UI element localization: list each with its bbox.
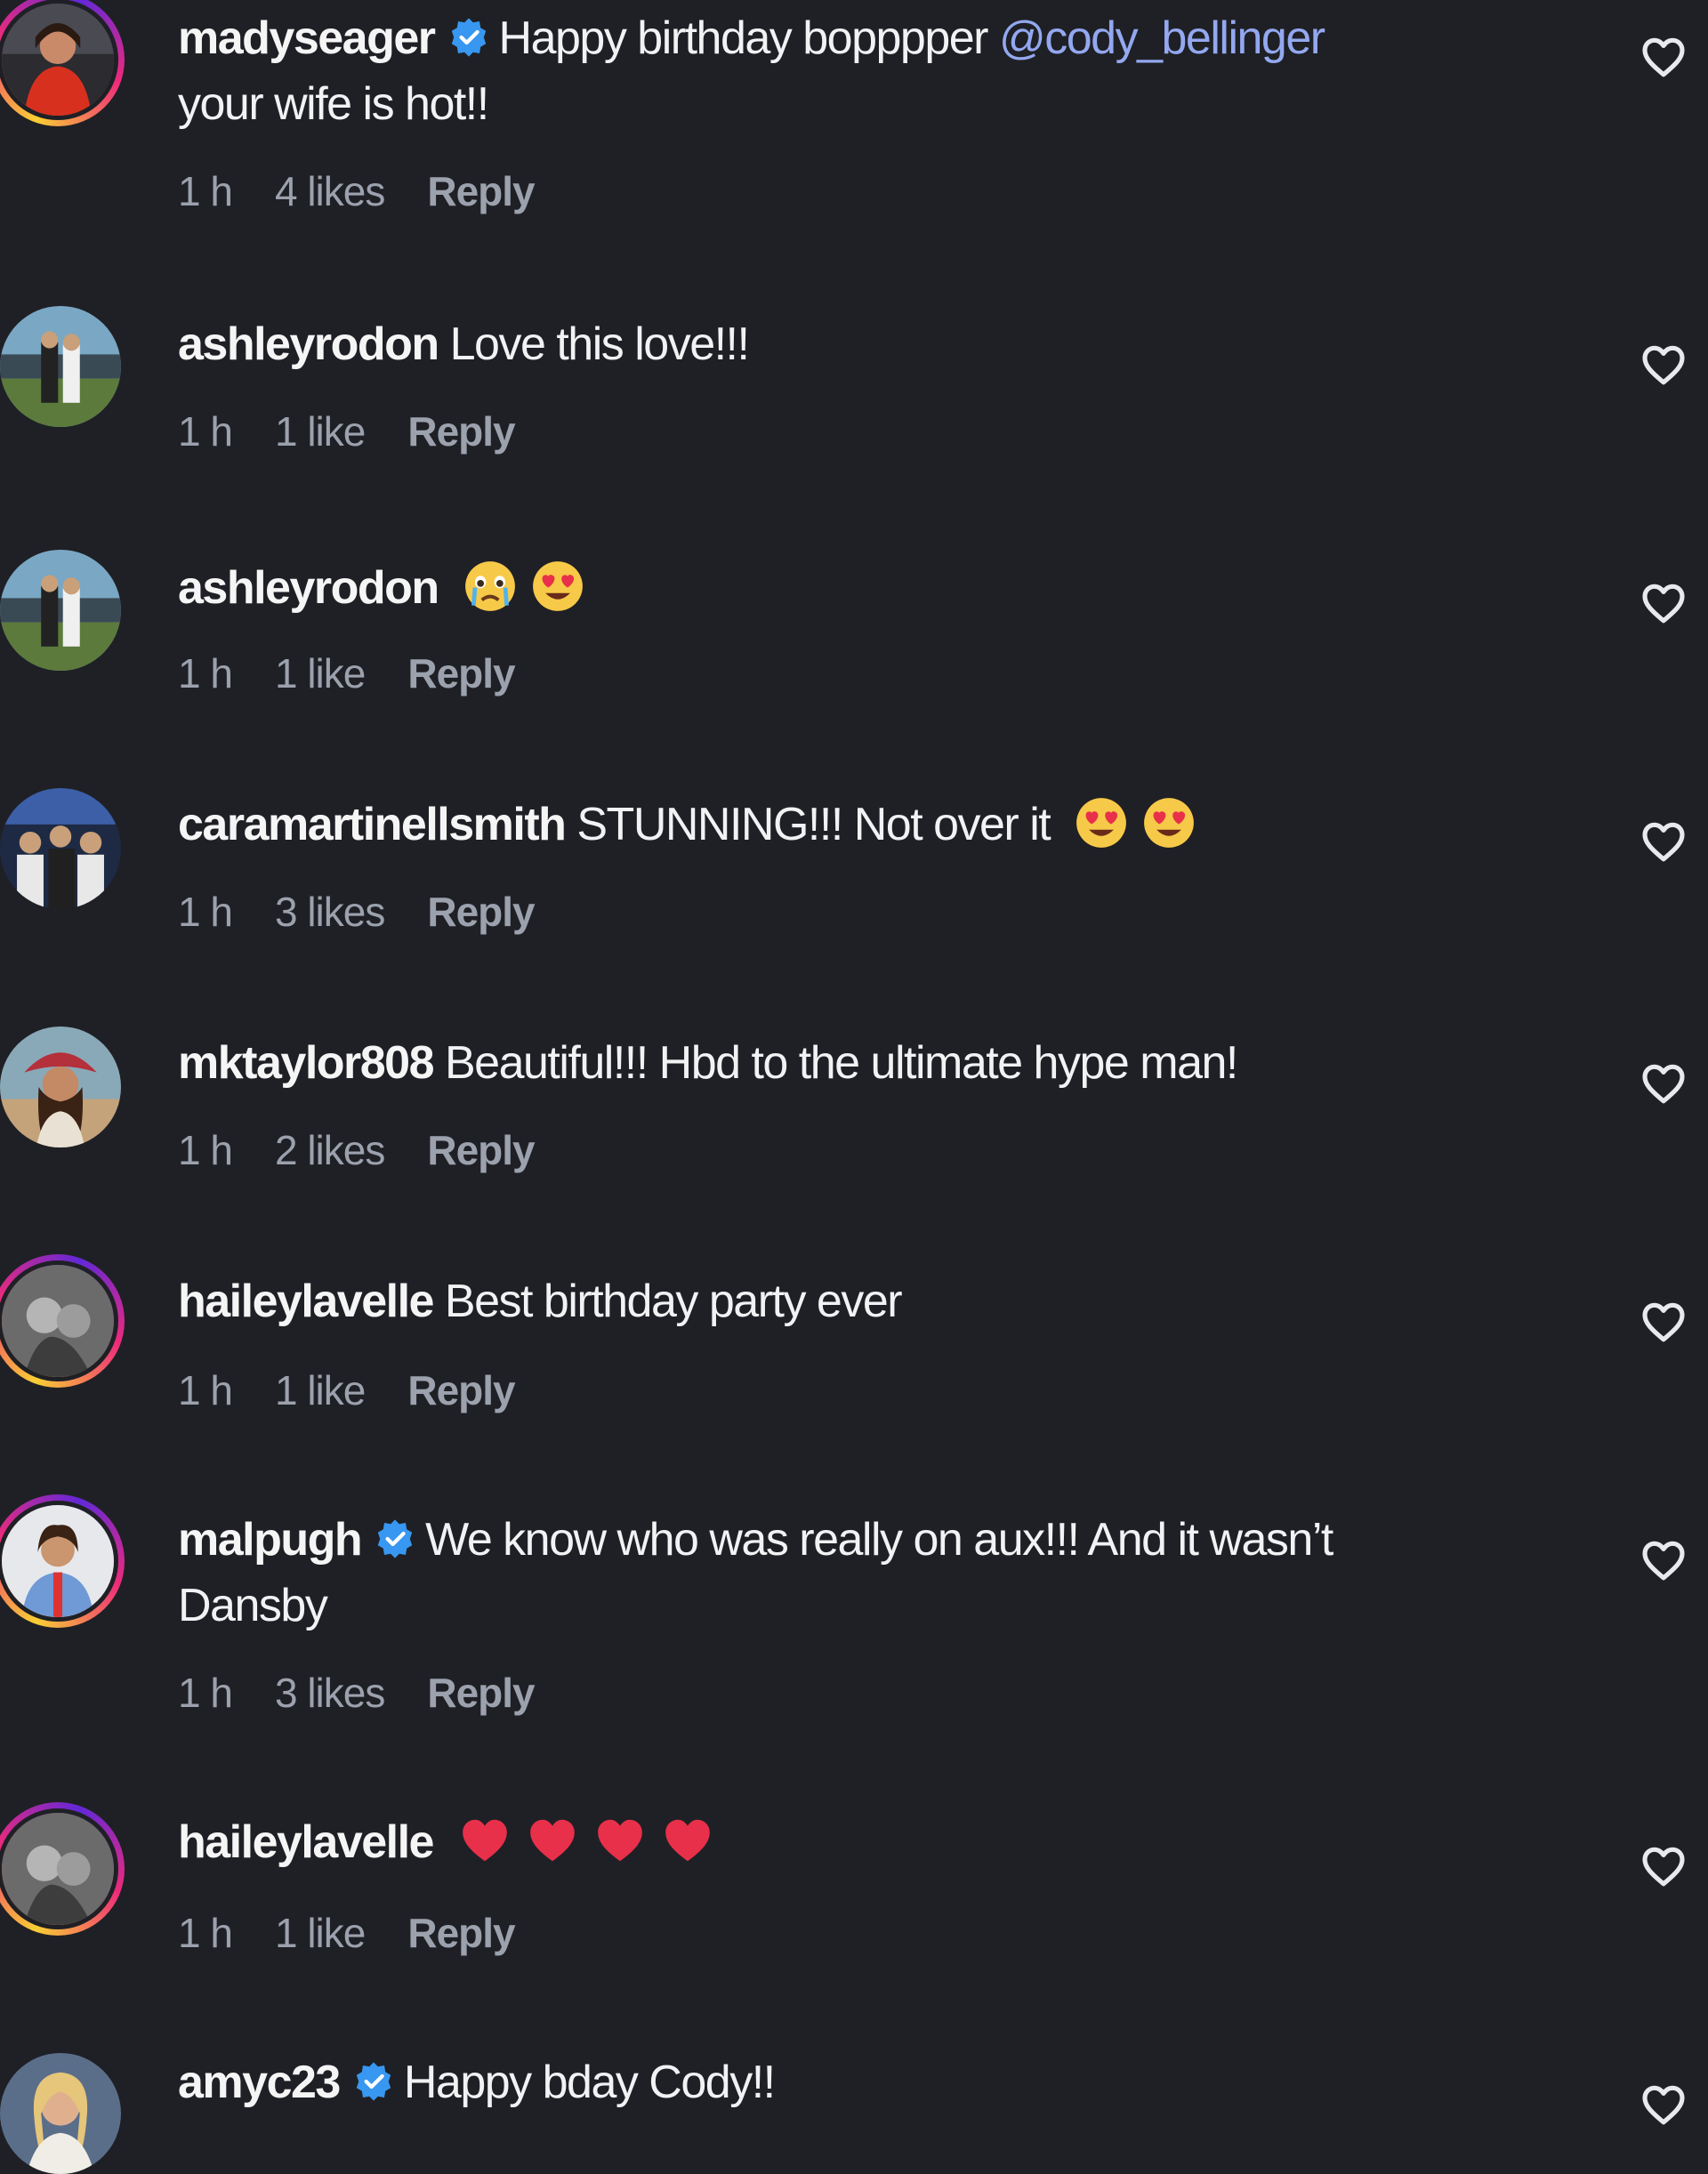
reply-button[interactable]: Reply — [427, 1127, 535, 1173]
verified-badge-icon — [451, 18, 486, 57]
comment-likes[interactable]: 4 likes — [275, 168, 385, 214]
avatar-image — [0, 788, 121, 909]
reply-button[interactable]: Reply — [407, 408, 515, 455]
avatar[interactable] — [0, 1802, 125, 1936]
comment-likes[interactable]: 3 likes — [275, 1670, 385, 1716]
avatar-image — [0, 550, 121, 671]
avatar[interactable] — [0, 1254, 125, 1388]
comment-time: 1 h — [178, 1367, 233, 1413]
heart-eyes-emoji — [1144, 798, 1195, 848]
reply-button[interactable]: Reply — [407, 1367, 515, 1413]
username[interactable]: amyc23 — [178, 2057, 341, 2108]
comment-time: 1 h — [178, 1670, 233, 1716]
username[interactable]: haileylavelle — [178, 1816, 434, 1868]
comment-time: 1 h — [178, 408, 233, 455]
reply-button[interactable]: Reply — [427, 1670, 535, 1716]
avatar-image — [2, 1813, 114, 1925]
reply-button[interactable]: Reply — [407, 1910, 515, 1956]
comment-time: 1 h — [178, 1910, 233, 1956]
avatar[interactable] — [0, 2053, 121, 2174]
like-heart-icon[interactable] — [1639, 1059, 1688, 1108]
comment-text: Happy bday Cody!! — [403, 2057, 776, 2108]
heart-eyes-emoji — [532, 561, 583, 611]
comment-text: We know who was really on aux!!! And it … — [425, 1514, 1333, 1566]
verified-badge-icon — [356, 2062, 391, 2101]
comment-text: STUNNING!!! Not over it — [576, 799, 1051, 850]
like-heart-icon[interactable] — [1639, 1297, 1688, 1347]
comment-time: 1 h — [178, 889, 233, 935]
comment-text: Happy birthday bopppper — [498, 12, 989, 64]
avatar-image — [2, 1505, 114, 1617]
mention-link[interactable]: @cody_bellinger — [999, 12, 1325, 64]
red-heart-emoji — [463, 1819, 507, 1862]
like-heart-icon[interactable] — [1639, 817, 1688, 866]
comment-likes[interactable]: 2 likes — [275, 1127, 385, 1173]
heart-eyes-emoji — [1076, 798, 1127, 848]
username[interactable]: mktaylor808 — [178, 1037, 435, 1089]
comment-text-continued: your wife is hot!! — [178, 78, 489, 130]
like-heart-icon[interactable] — [1639, 578, 1688, 628]
comment-text: Best birthday party ever — [444, 1276, 903, 1327]
red-heart-emoji — [665, 1819, 710, 1862]
like-heart-icon[interactable] — [1639, 1841, 1688, 1891]
comment-likes[interactable]: 1 like — [275, 650, 366, 696]
like-heart-icon[interactable] — [1639, 32, 1688, 82]
comment-likes[interactable]: 3 likes — [275, 889, 385, 935]
avatar-image — [2, 1265, 114, 1377]
avatar-image — [0, 306, 121, 427]
comment-likes[interactable]: 1 like — [275, 408, 366, 455]
reply-button[interactable]: Reply — [427, 168, 535, 214]
avatar[interactable] — [0, 0, 125, 126]
avatar[interactable] — [0, 306, 121, 427]
like-heart-icon[interactable] — [1639, 2080, 1688, 2130]
username[interactable]: caramartinellsmith — [178, 799, 567, 850]
reply-button[interactable]: Reply — [427, 889, 535, 935]
like-heart-icon[interactable] — [1639, 1535, 1688, 1585]
username[interactable]: ashleyrodon — [178, 562, 439, 614]
username[interactable]: haileylavelle — [178, 1276, 434, 1327]
comment-text: Beautiful!!! Hbd to the ultimate hype ma… — [444, 1037, 1238, 1089]
comment-likes[interactable]: 1 like — [275, 1910, 366, 1956]
comment-likes[interactable]: 1 like — [275, 1367, 366, 1413]
comment-text: Love this love!!! — [449, 318, 750, 370]
comment-text-continued: Dansby — [178, 1580, 328, 1631]
red-heart-emoji — [598, 1819, 642, 1862]
like-heart-icon[interactable] — [1639, 340, 1688, 390]
verified-badge-icon — [377, 1519, 413, 1558]
comment-time: 1 h — [178, 650, 233, 696]
avatar-image — [0, 1027, 121, 1147]
comment-time: 1 h — [178, 168, 233, 214]
username[interactable]: ashleyrodon — [178, 318, 439, 370]
avatar-image — [0, 2053, 121, 2174]
crying-face-emoji — [464, 561, 515, 611]
username[interactable]: malpugh — [178, 1514, 363, 1566]
avatar[interactable] — [0, 1494, 125, 1628]
avatar[interactable] — [0, 788, 121, 909]
comment-time: 1 h — [178, 1127, 233, 1173]
avatar[interactable] — [0, 1027, 121, 1147]
avatar-image — [2, 4, 114, 116]
reply-button[interactable]: Reply — [407, 650, 515, 696]
username[interactable]: madyseager — [178, 12, 436, 64]
red-heart-emoji — [530, 1819, 575, 1862]
avatar[interactable] — [0, 550, 121, 671]
